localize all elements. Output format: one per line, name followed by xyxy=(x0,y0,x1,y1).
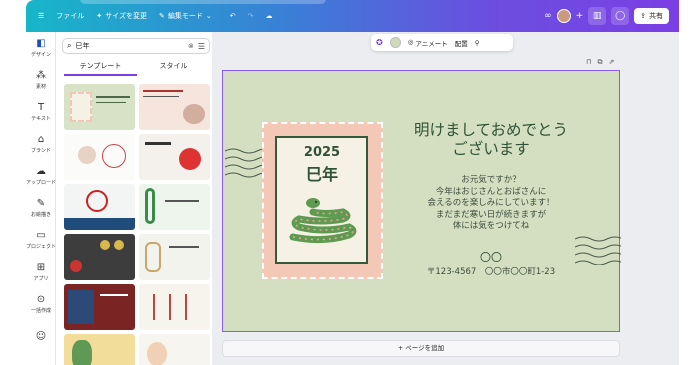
paint-roller-icon[interactable]: ⚲ xyxy=(475,39,480,47)
color-swatch[interactable] xyxy=(389,37,401,48)
brand-icon: ⌂ xyxy=(37,134,45,145)
position-button[interactable]: 配置 xyxy=(455,38,468,48)
template-thumbnail[interactable] xyxy=(139,184,210,230)
template-thumbnail[interactable] xyxy=(139,284,210,330)
template-thumbnail[interactable] xyxy=(64,234,135,280)
postmark-lines-right xyxy=(575,236,621,265)
rail-item-apps[interactable]: ⊞ アプリ xyxy=(26,256,56,288)
undo-icon: ↶ xyxy=(229,12,236,20)
upload-icon: ☁ xyxy=(36,166,46,177)
bulk-create-icon: ⊙ xyxy=(36,294,46,305)
topbar-right-group: ∞ + ▥ ◯ ⇪ 共有 xyxy=(544,7,669,25)
bar-chart-icon: ▥ xyxy=(592,11,602,21)
template-thumbnail[interactable] xyxy=(139,334,210,365)
resize-button[interactable]: ✦ サイズを変更 xyxy=(90,11,153,21)
panel-tabs: テンプレート スタイル xyxy=(64,60,210,76)
template-thumbnail[interactable] xyxy=(139,84,210,130)
rail-item-bulk-create[interactable]: ⊙ 一括作成 xyxy=(26,288,56,320)
sender-name: 〇〇 xyxy=(480,251,502,264)
top-search-bar[interactable] xyxy=(80,0,326,4)
magic-icon[interactable]: ✪ xyxy=(376,38,383,47)
stamp-year: 2025 xyxy=(303,145,341,160)
folder-icon: ▭ xyxy=(36,230,46,241)
context-toolbar: ✪ ◎ アニメート 配置 ⚲ xyxy=(371,34,513,51)
snake-illustration xyxy=(289,198,357,244)
rail-item-brand[interactable]: ⌂ ブランド xyxy=(26,128,56,160)
message-body: お元気ですか？ 今年はおじさんとおばさんに 会えるのを楽しみにしています！ まだ… xyxy=(427,175,555,232)
chevron-down-icon: ⌄ xyxy=(205,12,212,20)
undo-button[interactable]: ↶ xyxy=(224,12,242,20)
duplicate-icon[interactable]: ⧉ xyxy=(597,58,602,67)
redo-icon: ↷ xyxy=(247,12,254,20)
template-thumbnail[interactable] xyxy=(64,134,135,180)
file-menu[interactable]: ファイル xyxy=(50,11,90,21)
text-icon: T xyxy=(37,102,45,113)
rail-item-projects[interactable]: ▭ プロジェクト xyxy=(26,224,56,256)
design-icon: ◧ xyxy=(36,38,46,49)
share-button[interactable]: ⇪ 共有 xyxy=(634,8,669,24)
redo-button[interactable]: ↷ xyxy=(242,12,260,20)
filter-icon[interactable]: ☰ xyxy=(198,42,205,51)
menu-icon: ☰ xyxy=(38,12,45,20)
edit-mode-dropdown[interactable]: ✎ 編集モード ⌄ xyxy=(153,11,218,21)
pencil-icon: ✎ xyxy=(158,12,165,20)
template-thumbnail[interactable] xyxy=(64,84,135,130)
template-thumbnail[interactable] xyxy=(64,184,135,230)
design-page[interactable]: 2025 巳年 明けましておめでとう ございます お元気ですか？ 今年はおじさん… xyxy=(222,70,621,332)
cloud-check-icon: ☁ xyxy=(265,12,273,20)
editor-window: ☰ ファイル ✦ サイズを変更 ✎ 編集モード ⌄ ↶ ↷ ☁ ∞ + ▥ ◯ ⇪ 共有… xyxy=(26,0,679,365)
add-page-button[interactable]: + ページを追加 xyxy=(222,340,620,357)
elements-icon: ⁂ xyxy=(36,70,46,81)
stamp-eto: 巳年 xyxy=(305,165,338,184)
animate-icon: ◎ xyxy=(407,37,414,46)
tab-templates[interactable]: テンプレート xyxy=(64,60,137,76)
robot-icon: ☺ xyxy=(35,330,47,342)
canvas-area: ✪ ◎ アニメート 配置 ⚲ ⊓ ⧉ ⇗ 2025 巳年 明けましておめでとう … xyxy=(212,32,679,365)
template-thumbnail[interactable] xyxy=(64,284,135,330)
template-thumbnail[interactable] xyxy=(64,334,135,365)
rail-item-draw[interactable]: ✎ お絵描き xyxy=(26,192,56,224)
sparkle-icon: ✦ xyxy=(96,12,103,20)
side-rail: ◧ デザイン ⁂ 素材 T テキスト ⌂ ブランド ☁ アップロード ✎ お絵描き ▭ プロジ… xyxy=(26,32,56,365)
draw-icon: ✎ xyxy=(36,198,46,209)
menu-button[interactable]: ☰ xyxy=(32,12,50,20)
template-thumbnail[interactable] xyxy=(139,234,210,280)
comments-button[interactable]: ◯ xyxy=(611,7,630,25)
rail-item-design[interactable]: ◧ デザイン xyxy=(26,32,56,64)
add-page-icon[interactable]: ⇗ xyxy=(608,58,614,67)
upload-icon: ⇪ xyxy=(640,12,646,20)
rail-item-text[interactable]: T テキスト xyxy=(26,96,56,128)
save-status[interactable]: ☁ xyxy=(259,12,278,20)
avatar[interactable] xyxy=(556,9,571,23)
add-people-icon[interactable]: + xyxy=(576,11,584,21)
clear-icon[interactable]: ⊗ xyxy=(188,42,194,50)
tab-styles[interactable]: スタイル xyxy=(137,60,210,76)
animate-button[interactable]: ◎ アニメート xyxy=(408,38,448,48)
rail-item-upload[interactable]: ☁ アップロード xyxy=(26,160,56,192)
template-search-input[interactable]: ⌕ 巳年 ⊗ ☰ xyxy=(62,38,210,54)
infinity-icon[interactable]: ∞ xyxy=(544,11,552,21)
lock-icon[interactable]: ⊓ xyxy=(586,58,591,67)
page-actions: ⊓ ⧉ ⇗ xyxy=(586,58,614,67)
greeting-heading: 明けましておめでとう ございます xyxy=(413,121,569,158)
address-text: 〒123-4567 〇〇市〇〇町1-23 xyxy=(426,267,556,277)
top-bar: ☰ ファイル ✦ サイズを変更 ✎ 編集モード ⌄ ↶ ↷ ☁ ∞ + ▥ ◯ ⇪ 共有 xyxy=(26,0,679,32)
template-thumbnail[interactable] xyxy=(139,134,210,180)
apps-icon: ⊞ xyxy=(36,262,46,273)
rail-item-more[interactable]: ☺ xyxy=(26,320,56,352)
insights-button[interactable]: ▥ xyxy=(588,7,607,25)
search-icon: ⌕ xyxy=(67,41,72,50)
rail-item-elements[interactable]: ⁂ 素材 xyxy=(26,64,56,96)
comment-icon: ◯ xyxy=(615,11,626,21)
template-panel: ⌕ 巳年 ⊗ ☰ テンプレート スタイル xyxy=(56,32,212,365)
